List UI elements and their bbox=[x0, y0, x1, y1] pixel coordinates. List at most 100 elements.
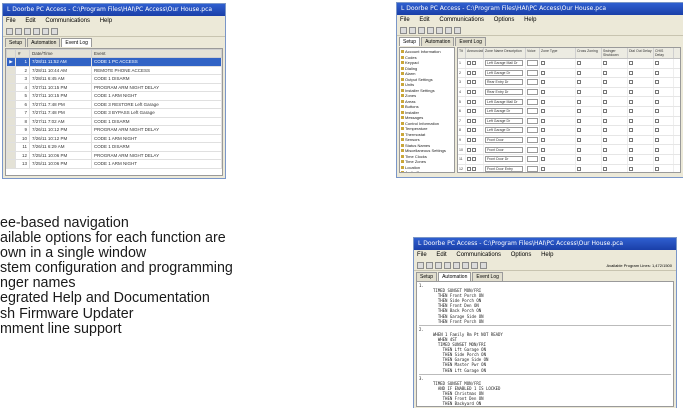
tree-item[interactable]: Audio Zones bbox=[401, 170, 453, 172]
setting-checkbox[interactable] bbox=[655, 147, 659, 152]
settings-icon[interactable] bbox=[471, 261, 478, 269]
tab-automation[interactable]: Automation bbox=[438, 272, 472, 281]
setting-checkbox[interactable] bbox=[541, 118, 545, 123]
table-row[interactable]: 4 7/27/11 10:15 PM PROGRAM ARM NIGHT DELAY bbox=[6, 82, 222, 92]
voice-field[interactable] bbox=[527, 98, 538, 105]
setting-checkbox[interactable] bbox=[541, 147, 545, 152]
menu-options[interactable]: Options bbox=[511, 252, 532, 258]
voice-field[interactable] bbox=[527, 108, 538, 115]
zones-grid-column-header[interactable]: Swinger Shutdown bbox=[602, 48, 628, 58]
setting-checkbox[interactable] bbox=[541, 128, 545, 133]
zones-grid-column-header[interactable]: CHIS Delay bbox=[654, 48, 674, 58]
setting-checkbox[interactable] bbox=[629, 128, 633, 133]
annunciation-checkbox[interactable] bbox=[472, 80, 476, 85]
connect-icon[interactable] bbox=[462, 261, 469, 269]
annunciation-checkbox[interactable] bbox=[472, 70, 476, 75]
annunciation-checkbox[interactable] bbox=[472, 128, 476, 133]
setting-checkbox[interactable] bbox=[629, 118, 633, 123]
voice-field[interactable] bbox=[527, 69, 538, 76]
col-event[interactable]: Event bbox=[91, 49, 222, 58]
refresh-icon[interactable] bbox=[436, 26, 443, 34]
col-date-time[interactable]: Date/Time bbox=[29, 49, 92, 58]
menu-help[interactable]: Help bbox=[524, 17, 536, 23]
tab-automation[interactable]: Automation bbox=[27, 38, 61, 47]
connect-icon[interactable] bbox=[51, 27, 58, 35]
menu-file[interactable]: File bbox=[417, 252, 427, 258]
annunciation-checkbox[interactable] bbox=[467, 166, 471, 171]
table-row[interactable]: 8 7/27/11 7:02 AM CODE 1 DISARM bbox=[6, 116, 222, 126]
annunciation-checkbox[interactable] bbox=[472, 147, 476, 152]
new-file-icon[interactable] bbox=[417, 261, 424, 269]
table-row[interactable]: 5 7/27/11 10:15 PM CODE 1 ARM NIGHT bbox=[6, 91, 222, 101]
table-row[interactable]: 6 7/27/11 7:48 PM CODE 3 RESTORE Left Gara… bbox=[6, 99, 222, 109]
menu-file[interactable]: File bbox=[400, 17, 410, 23]
table-row[interactable]: 11 7/26/11 6:29 AM CODE 1 DISARM bbox=[6, 142, 222, 152]
zones-grid-column-header[interactable]: Voice bbox=[526, 48, 540, 58]
menu-communications[interactable]: Communications bbox=[45, 18, 90, 24]
annunciation-checkbox[interactable] bbox=[467, 109, 471, 114]
menu-edit[interactable]: Edit bbox=[419, 17, 429, 23]
table-row[interactable]: 3 7/28/11 6:45 AM CODE 1 DISARM bbox=[6, 74, 222, 84]
setting-checkbox[interactable] bbox=[629, 90, 633, 95]
voice-field[interactable] bbox=[527, 165, 538, 172]
settings-icon[interactable] bbox=[454, 26, 461, 34]
zone-name[interactable]: Left Garage Dr bbox=[485, 117, 523, 124]
setting-checkbox[interactable] bbox=[577, 166, 581, 171]
zone-name[interactable]: Left Garage Mail Dr bbox=[485, 60, 523, 67]
zones-grid-column-header[interactable]: Annunciation bbox=[466, 48, 484, 58]
annunciation-checkbox[interactable] bbox=[472, 166, 476, 171]
table-row[interactable]: ▶ 1 7/28/11 11:52 AM CODE 1 PC ACCESS bbox=[6, 57, 222, 67]
setting-checkbox[interactable] bbox=[655, 128, 659, 133]
setting-checkbox[interactable] bbox=[603, 109, 607, 114]
zones-grid-row[interactable]: 1 Left Garage Mail Dr bbox=[458, 59, 680, 69]
zone-name[interactable]: Front Door Dr bbox=[485, 156, 523, 163]
setting-checkbox[interactable] bbox=[577, 109, 581, 114]
tab-event-log[interactable]: Event Log bbox=[61, 38, 92, 47]
setting-checkbox[interactable] bbox=[577, 128, 581, 133]
menu-options[interactable]: Options bbox=[494, 17, 515, 23]
new-file-icon[interactable] bbox=[400, 26, 407, 34]
tab-setup[interactable]: Setup bbox=[399, 37, 421, 46]
setting-checkbox[interactable] bbox=[629, 80, 633, 85]
save-icon[interactable] bbox=[435, 261, 442, 269]
table-row[interactable]: 10 7/26/11 10:12 PM CODE 1 ARM NIGHT bbox=[6, 133, 222, 143]
voice-field[interactable] bbox=[527, 156, 538, 163]
zones-grid-row[interactable]: 4 Rear Entry Dr bbox=[458, 87, 680, 98]
tab-event-log[interactable]: Event Log bbox=[472, 272, 503, 281]
setting-checkbox[interactable] bbox=[655, 80, 659, 85]
setting-checkbox[interactable] bbox=[577, 118, 581, 123]
voice-field[interactable] bbox=[527, 146, 538, 153]
setting-checkbox[interactable] bbox=[541, 90, 545, 95]
setting-checkbox[interactable] bbox=[541, 99, 545, 104]
setting-checkbox[interactable] bbox=[655, 99, 659, 104]
setting-checkbox[interactable] bbox=[577, 90, 581, 95]
setting-checkbox[interactable] bbox=[629, 61, 633, 66]
save-icon[interactable] bbox=[24, 27, 31, 35]
zone-name[interactable]: Left Garage Dr bbox=[485, 69, 523, 76]
menu-edit[interactable]: Edit bbox=[25, 18, 35, 24]
setting-checkbox[interactable] bbox=[577, 147, 581, 152]
new-file-icon[interactable] bbox=[6, 27, 13, 35]
setting-checkbox[interactable] bbox=[603, 80, 607, 85]
table-row[interactable]: 9 7/26/11 10:12 PM PROGRAM ARM NIGHT DELAY bbox=[6, 125, 222, 135]
annunciation-checkbox[interactable] bbox=[467, 118, 471, 123]
menu-communications[interactable]: Communications bbox=[439, 17, 484, 23]
annunciation-checkbox[interactable] bbox=[467, 61, 471, 66]
setting-checkbox[interactable] bbox=[603, 70, 607, 75]
setting-checkbox[interactable] bbox=[541, 166, 545, 171]
setting-checkbox[interactable] bbox=[603, 90, 607, 95]
table-row[interactable]: 2 7/28/11 10:44 AM REMOTE PHONE ACCESS bbox=[6, 65, 222, 75]
annunciation-checkbox[interactable] bbox=[467, 128, 471, 133]
setting-checkbox[interactable] bbox=[603, 118, 607, 123]
setting-checkbox[interactable] bbox=[655, 166, 659, 171]
voice-field[interactable] bbox=[527, 89, 538, 96]
zone-name[interactable]: Left Garage Mail Dr bbox=[485, 98, 523, 105]
print-icon[interactable] bbox=[427, 26, 434, 34]
zones-grid-column-header[interactable]: Tit bbox=[458, 48, 466, 58]
zone-name[interactable]: Left Garage Dr bbox=[485, 108, 523, 115]
annunciation-checkbox[interactable] bbox=[472, 61, 476, 66]
setting-checkbox[interactable] bbox=[603, 61, 607, 66]
refresh-icon[interactable] bbox=[453, 261, 460, 269]
annunciation-checkbox[interactable] bbox=[467, 138, 471, 143]
setting-checkbox[interactable] bbox=[629, 147, 633, 152]
